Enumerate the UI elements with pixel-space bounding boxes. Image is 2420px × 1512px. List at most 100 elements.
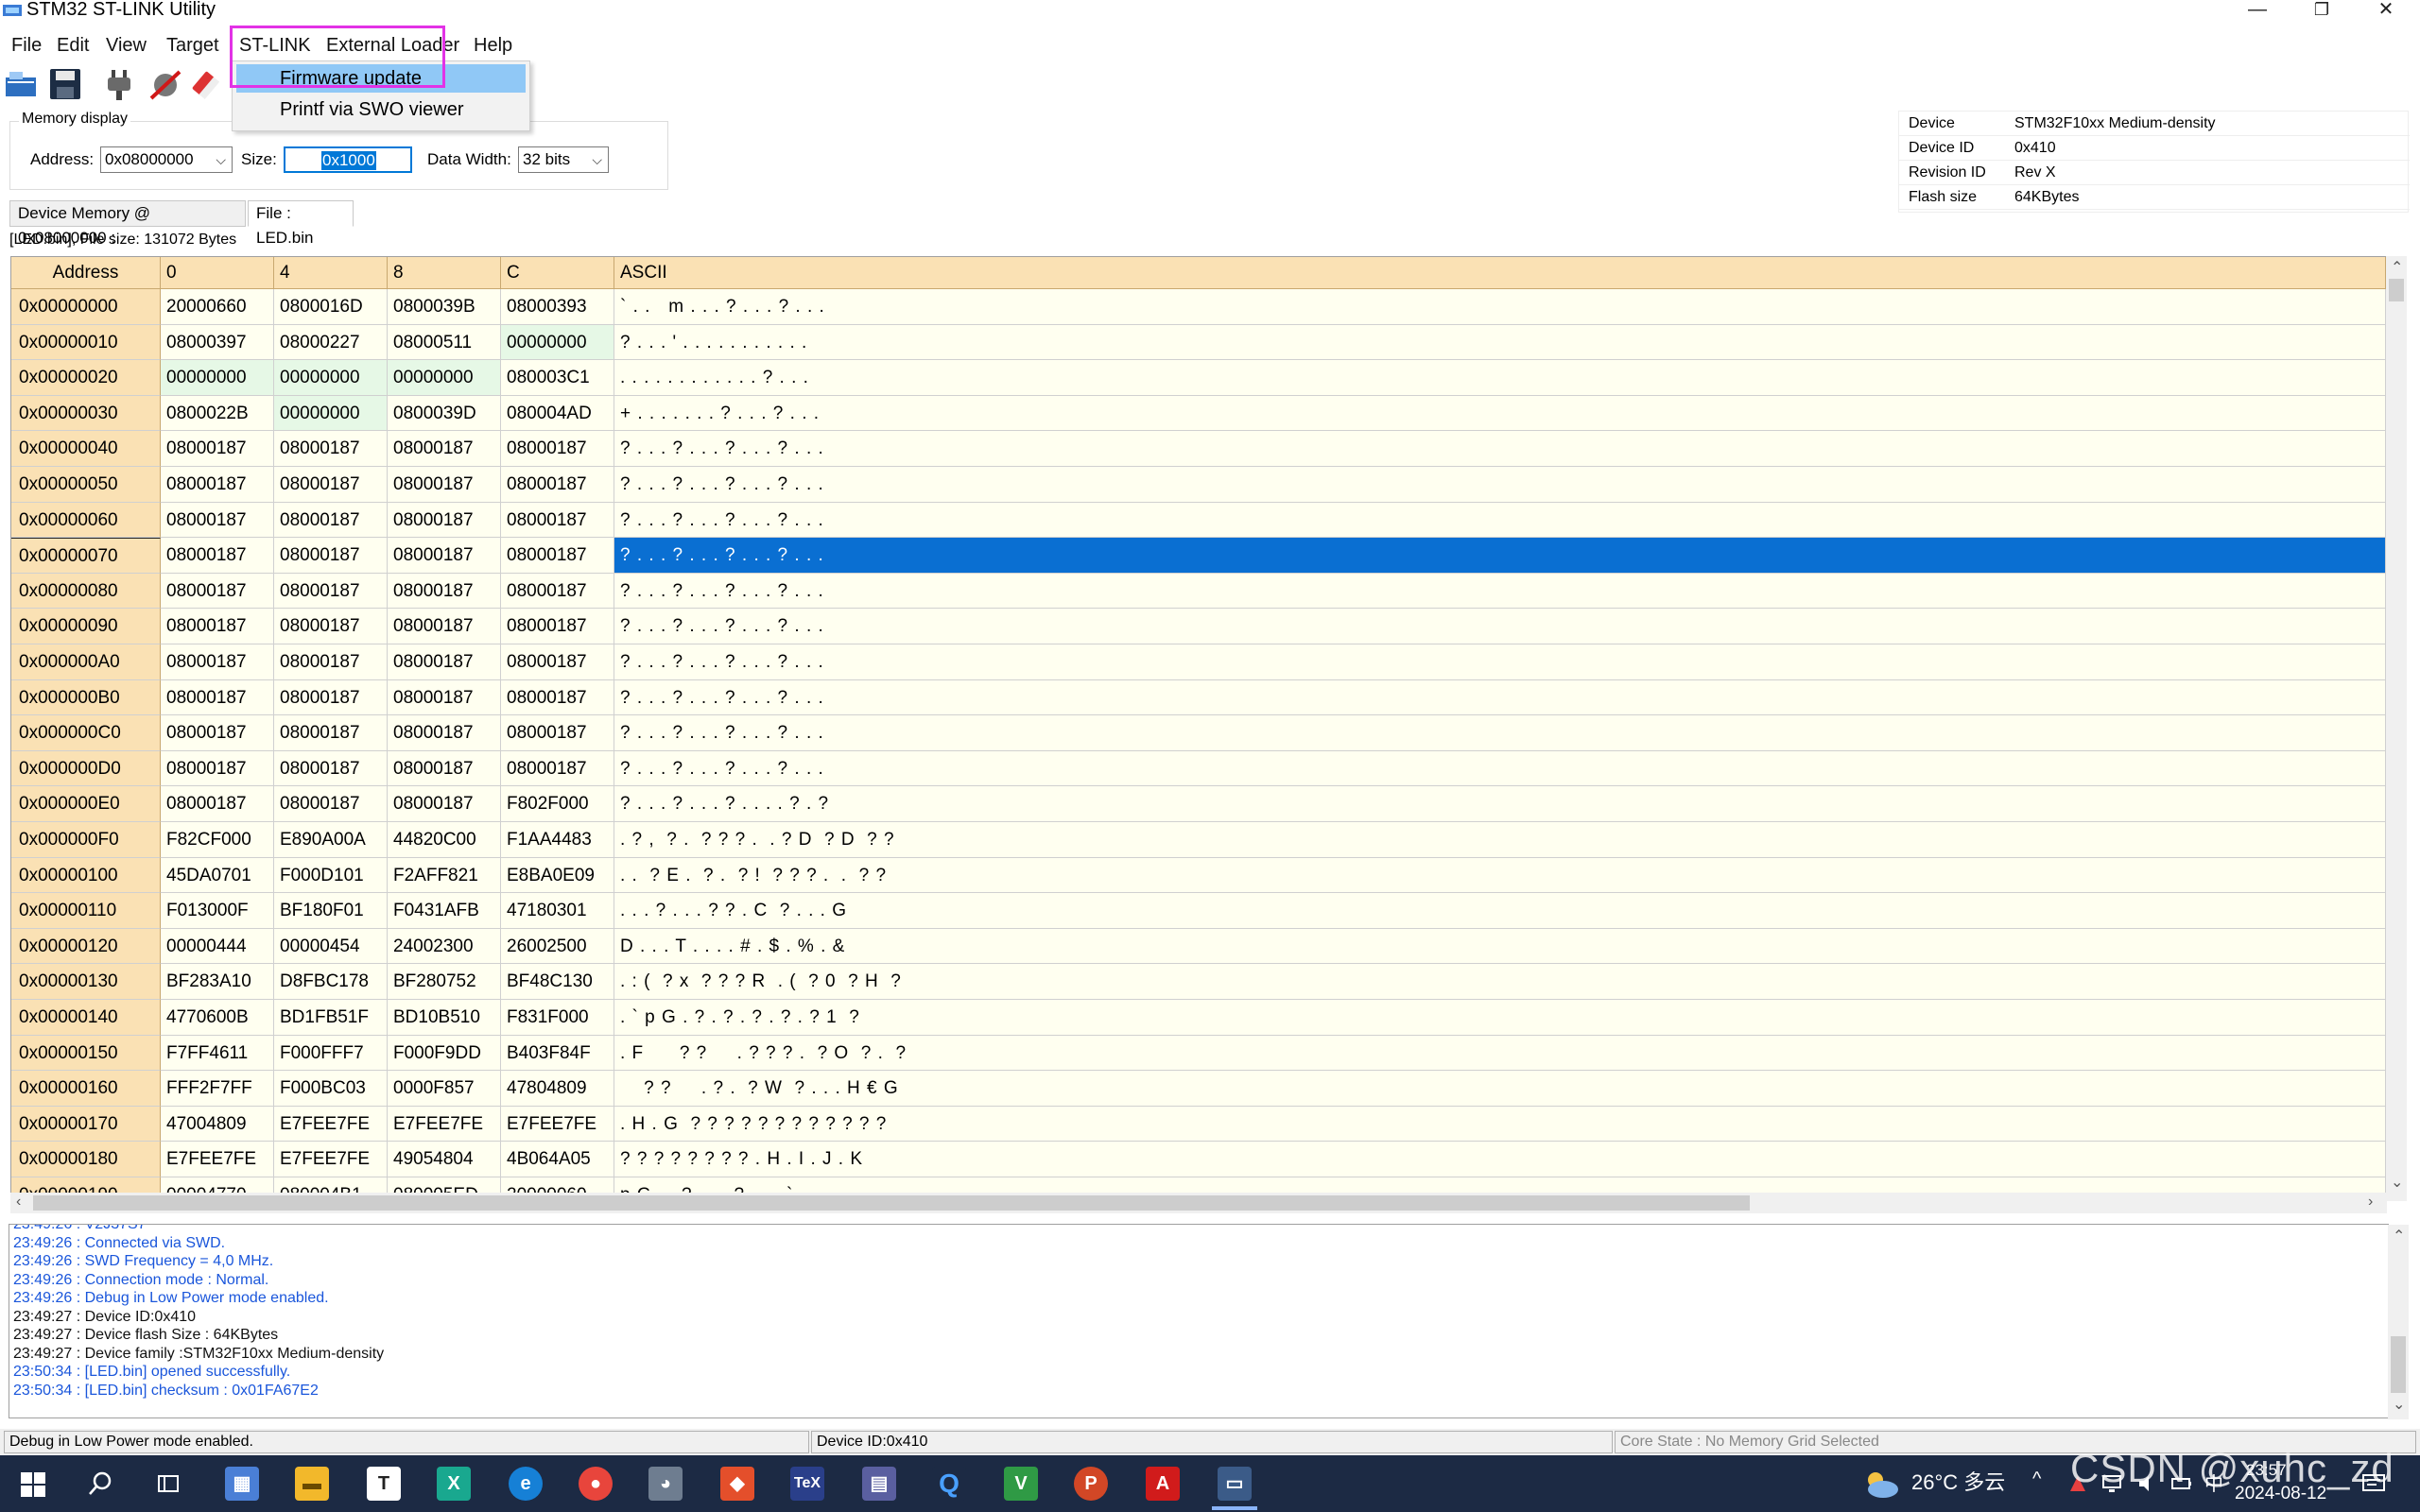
hex-cell[interactable]: 08000187 bbox=[501, 431, 614, 467]
hex-cell[interactable]: FFF2F7FF bbox=[161, 1071, 274, 1107]
tab-file-led-bin[interactable]: File : LED.bin bbox=[248, 200, 354, 247]
ascii-cell[interactable]: . F ? ? . ? ? ? . ? O ? . ? bbox=[614, 1035, 2386, 1072]
search-icon[interactable] bbox=[87, 1470, 113, 1497]
hex-cell[interactable]: 0800016D bbox=[274, 289, 388, 325]
menu-st-link[interactable]: ST-LINK bbox=[239, 34, 311, 57]
ascii-cell[interactable]: + . . . . . . . ? . . . ? . . . bbox=[614, 395, 2386, 432]
connect-plug-icon[interactable] bbox=[102, 66, 138, 102]
address-cell[interactable]: 0x000000D0 bbox=[11, 750, 161, 787]
hex-cell[interactable]: 0800022B bbox=[161, 395, 274, 432]
erase-icon[interactable] bbox=[191, 66, 227, 102]
hex-cell[interactable]: 08000187 bbox=[388, 786, 501, 822]
hex-cell[interactable]: F0431AFB bbox=[388, 893, 501, 929]
table-row[interactable]: 0x00000020 00000000 00000000 00000000 080003… bbox=[11, 360, 2386, 396]
hex-cell[interactable]: 08000187 bbox=[388, 538, 501, 574]
hex-cell[interactable]: 08000187 bbox=[501, 538, 614, 574]
scroll-down-icon[interactable]: ⌄ bbox=[2393, 1395, 2405, 1414]
scroll-down-icon[interactable]: ⌄ bbox=[2391, 1173, 2403, 1192]
hex-cell[interactable]: 08000187 bbox=[161, 679, 274, 716]
keil-app-icon[interactable]: V bbox=[1004, 1467, 1038, 1501]
address-cell[interactable]: 0x000000F0 bbox=[11, 822, 161, 858]
hex-cell[interactable]: F000FFF7 bbox=[274, 1035, 388, 1072]
hex-cell[interactable]: 08000187 bbox=[161, 750, 274, 787]
hex-cell[interactable]: 20000660 bbox=[161, 289, 274, 325]
ascii-cell[interactable]: ? . . . ? . . . ? . . . ? . . . bbox=[614, 609, 2386, 644]
address-cell[interactable]: 0x000000B0 bbox=[11, 679, 161, 716]
table-row-selected[interactable]: 0x00000070 08000187 08000187 08000187 080001… bbox=[11, 538, 2386, 574]
hex-cell[interactable]: E7FEE7FE bbox=[161, 1142, 274, 1177]
hex-cell[interactable]: 47004809 bbox=[161, 1106, 274, 1143]
hex-cell[interactable]: 08000187 bbox=[501, 715, 614, 751]
restore-button[interactable]: ❐ bbox=[2288, 0, 2356, 21]
address-cell[interactable]: 0x00000150 bbox=[11, 1035, 161, 1072]
address-combo[interactable]: 0x08000000 ⌵ bbox=[100, 146, 233, 173]
hex-cell[interactable]: 08000187 bbox=[388, 750, 501, 787]
hex-cell[interactable]: 08000187 bbox=[274, 750, 388, 787]
hex-cell[interactable]: 0800039B bbox=[388, 289, 501, 325]
table-row[interactable]: 0x000000E0 08000187 08000187 08000187 F802F0… bbox=[11, 786, 2386, 822]
log-panel[interactable]: 23:49:26 : V2J37S7 23:49:26 : Connected v… bbox=[9, 1224, 2389, 1418]
table-row[interactable]: 0x00000050 08000187 08000187 08000187 080001… bbox=[11, 467, 2386, 503]
hex-cell[interactable]: 47180301 bbox=[501, 893, 614, 929]
table-row[interactable]: 0x000000D0 08000187 08000187 08000187 080001… bbox=[11, 750, 2386, 787]
hex-cell[interactable]: F7FF4611 bbox=[161, 1035, 274, 1072]
file-explorer-icon[interactable]: ▬ bbox=[295, 1467, 329, 1501]
ascii-cell[interactable]: ? . . . ? . . . ? . . . ? . . . bbox=[614, 644, 2386, 680]
ascii-cell[interactable]: . . . . . . . . . . . . ? . . . bbox=[614, 360, 2386, 396]
hex-cell[interactable]: 08000187 bbox=[161, 538, 274, 574]
grid-vertical-scrollbar[interactable]: ⌃ ⌄ bbox=[2386, 256, 2407, 1201]
scroll-right-icon[interactable]: › bbox=[2368, 1194, 2373, 1211]
hex-cell[interactable]: 08000187 bbox=[161, 502, 274, 539]
hex-cell[interactable]: 08000187 bbox=[388, 431, 501, 467]
hex-cell[interactable]: 08000187 bbox=[388, 715, 501, 751]
table-row[interactable]: 0x00000170 47004809 E7FEE7FE E7FEE7FE E7FEE7… bbox=[11, 1106, 2386, 1143]
hex-cell[interactable]: 08000187 bbox=[388, 502, 501, 539]
scroll-up-icon[interactable]: ⌃ bbox=[2393, 1227, 2405, 1246]
address-cell[interactable]: 0x000000C0 bbox=[11, 715, 161, 751]
address-cell[interactable]: 0x00000130 bbox=[11, 964, 161, 1000]
hex-cell[interactable]: 00000444 bbox=[161, 928, 274, 965]
scroll-thumb[interactable] bbox=[33, 1195, 1750, 1211]
table-row[interactable]: 0x00000000 20000660 0800016D 0800039B 080003… bbox=[11, 289, 2386, 325]
minimize-button[interactable]: — bbox=[2223, 0, 2291, 21]
size-input[interactable]: 0x1000 bbox=[284, 146, 412, 173]
hex-cell[interactable]: E7FEE7FE bbox=[274, 1106, 388, 1143]
hex-cell[interactable]: 00000000 bbox=[501, 324, 614, 361]
hex-cell[interactable]: 08000187 bbox=[274, 609, 388, 644]
ascii-cell[interactable]: . H . G ? ? ? ? ? ? ? ? ? ? ? ? bbox=[614, 1106, 2386, 1143]
hex-cell[interactable]: 00000000 bbox=[161, 360, 274, 396]
menu-help[interactable]: Help bbox=[474, 34, 512, 57]
address-cell[interactable]: 0x00000070 bbox=[11, 538, 161, 574]
hex-cell[interactable]: 08000187 bbox=[161, 786, 274, 822]
hex-cell[interactable]: 08000187 bbox=[388, 573, 501, 610]
hex-cell[interactable]: BF48C130 bbox=[501, 964, 614, 1000]
address-cell[interactable]: 0x00000090 bbox=[11, 609, 161, 644]
address-cell[interactable]: 0x00000120 bbox=[11, 928, 161, 965]
hex-cell[interactable]: 08000187 bbox=[274, 715, 388, 751]
hex-cell[interactable]: 08000187 bbox=[161, 467, 274, 503]
hex-cell[interactable]: F82CF000 bbox=[161, 822, 274, 858]
tray-expand-icon[interactable]: ^ bbox=[2032, 1469, 2041, 1490]
ascii-cell[interactable]: . : ( ? x ? ? ? R . ( ? 0 ? H ? bbox=[614, 964, 2386, 1000]
hex-cell[interactable]: E7FEE7FE bbox=[274, 1142, 388, 1177]
hex-cell[interactable]: 44820C00 bbox=[388, 822, 501, 858]
address-cell[interactable]: 0x00000060 bbox=[11, 502, 161, 539]
hex-cell[interactable]: F831F000 bbox=[501, 1000, 614, 1036]
scroll-up-icon[interactable]: ⌃ bbox=[2391, 258, 2403, 277]
hex-cell[interactable]: F802F000 bbox=[501, 786, 614, 822]
weather-text[interactable]: 26°C 多云 bbox=[1911, 1470, 2005, 1495]
table-row[interactable]: 0x000000C0 08000187 08000187 08000187 080001… bbox=[11, 715, 2386, 751]
hex-cell[interactable]: BF280752 bbox=[388, 964, 501, 1000]
menu-printf-swo-viewer[interactable]: Printf via SWO viewer bbox=[236, 95, 526, 124]
hex-cell[interactable]: 08000393 bbox=[501, 289, 614, 325]
address-cell[interactable]: 0x00000050 bbox=[11, 467, 161, 503]
hex-cell[interactable]: F1AA4483 bbox=[501, 822, 614, 858]
ascii-cell[interactable]: D . . . T . . . . # . $ . % . & bbox=[614, 928, 2386, 965]
ascii-cell[interactable]: ? . . . ? . . . ? . . . ? . . . bbox=[614, 573, 2386, 610]
address-cell[interactable]: 0x00000160 bbox=[11, 1071, 161, 1107]
hex-cell[interactable]: BD10B510 bbox=[388, 1000, 501, 1036]
ascii-cell[interactable]: ? . . . ? . . . ? . . . ? . . . bbox=[614, 679, 2386, 716]
xmind-app-icon[interactable]: X bbox=[437, 1467, 471, 1501]
tex-app-icon[interactable]: TeX bbox=[790, 1467, 824, 1501]
hex-cell[interactable]: F013000F bbox=[161, 893, 274, 929]
